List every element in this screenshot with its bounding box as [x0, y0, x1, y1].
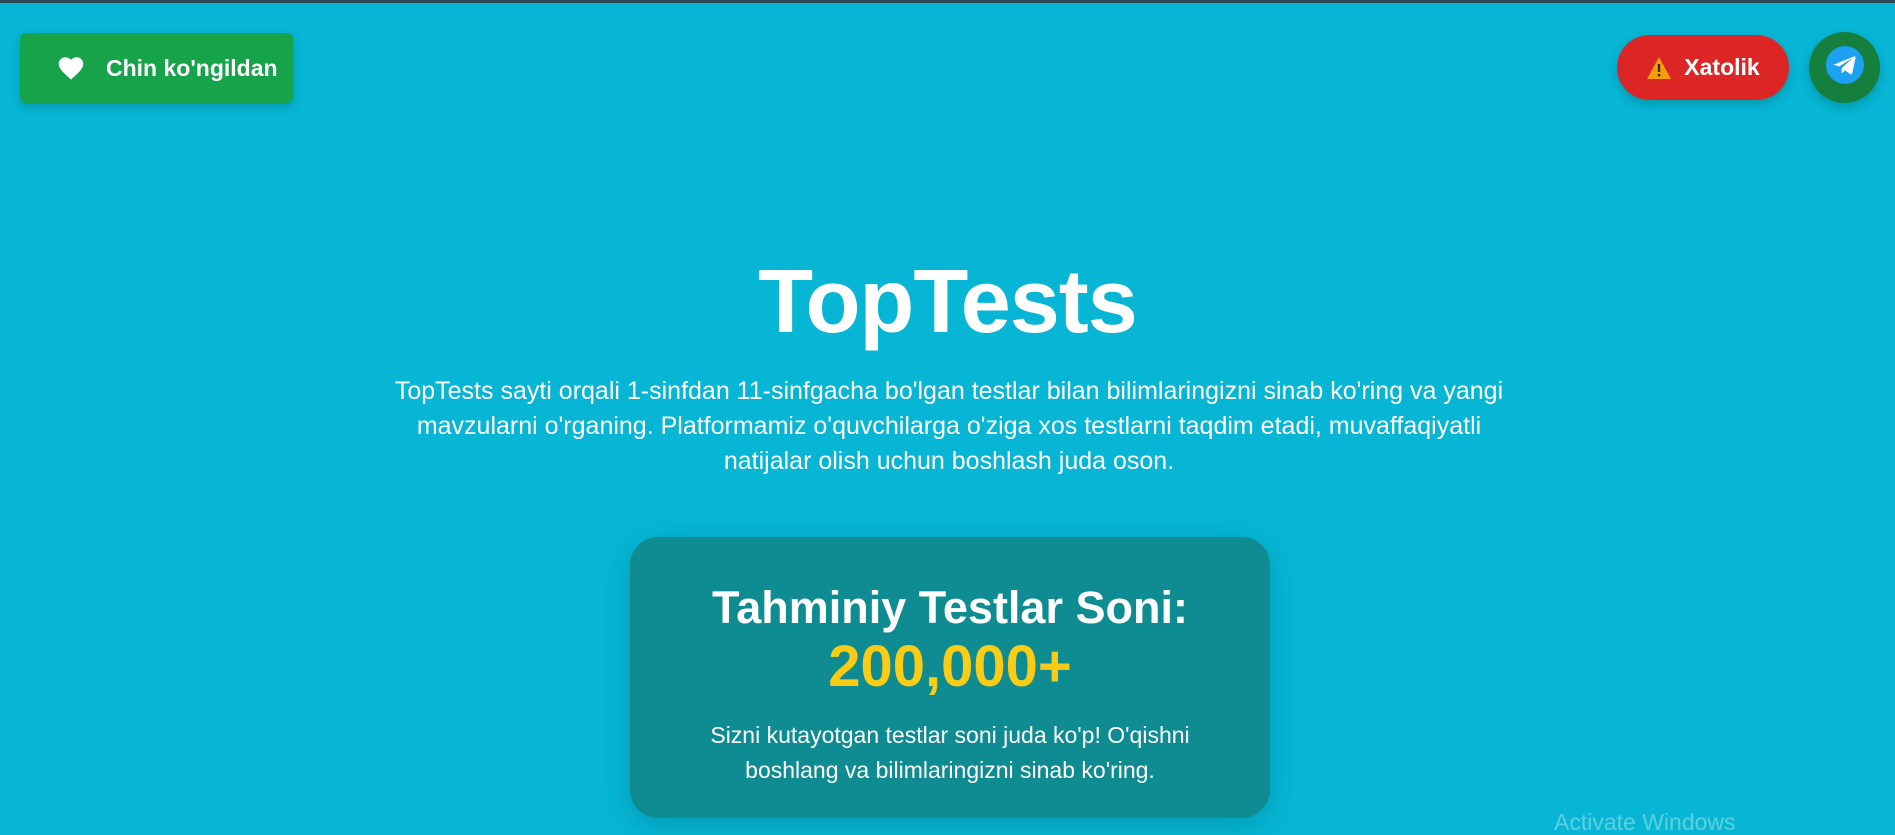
telegram-button[interactable] — [1809, 32, 1880, 103]
donate-button[interactable]: Chin ko'ngildan — [20, 33, 293, 103]
page-title: TopTests — [758, 252, 1138, 352]
test-count-title: Tahminiy Testlar Soni: — [712, 582, 1188, 633]
error-report-button[interactable]: Xatolik — [1617, 35, 1789, 100]
test-count-value: 200,000+ — [828, 634, 1072, 699]
donate-button-label: Chin ko'ngildan — [106, 54, 278, 81]
telegram-icon — [1825, 45, 1865, 90]
hero-description: TopTests sayti orqali 1-sinfdan 11-sinfg… — [394, 377, 1504, 475]
warning-icon — [1646, 56, 1672, 80]
top-border — [0, 0, 1895, 3]
test-count-description: Sizni kutayotgan testlar soni juda ko'p!… — [710, 722, 1190, 783]
error-report-label: Xatolik — [1684, 54, 1760, 80]
test-count-card: Tahminiy Testlar Soni: 200,000+ Sizni ku… — [630, 537, 1270, 818]
heart-icon — [56, 54, 86, 82]
activate-windows-watermark: Activate Windows — [1554, 809, 1736, 835]
